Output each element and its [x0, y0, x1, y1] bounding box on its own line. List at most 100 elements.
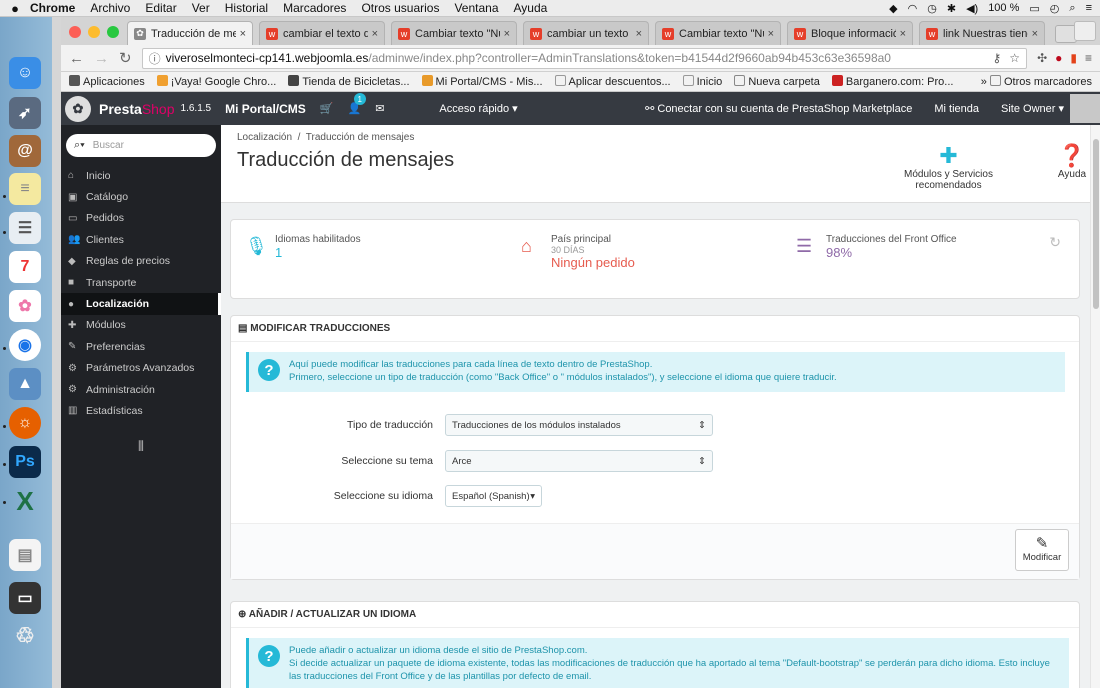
photoshop-icon[interactable]: Ps [9, 446, 41, 478]
close-tab-icon[interactable]: × [900, 28, 906, 40]
site-owner-dropdown[interactable]: Site Owner ▾ [1001, 102, 1064, 115]
menu-archivo[interactable]: Archivo [90, 1, 130, 15]
menu-ayuda[interactable]: Ayuda [514, 1, 548, 15]
sidebar-item-localizacion[interactable]: ● Localización [61, 293, 221, 315]
wifi-icon[interactable]: ◠ [908, 2, 918, 15]
sidebar-item-catalogo[interactable]: ▣ Catálogo [61, 186, 221, 207]
quick-access-dropdown[interactable]: Acceso rápido ▾ [439, 102, 517, 115]
bookmark-aplicar-descuentos[interactable]: Aplicar descuentos... [554, 75, 671, 88]
scrollbar-thumb[interactable] [1093, 139, 1099, 309]
sidebar-item-pedidos[interactable]: ▭ Pedidos [61, 208, 221, 229]
sidebar-item-inicio[interactable]: ⌂ Inicio [61, 165, 221, 186]
menu-marcadores[interactable]: Marcadores [283, 1, 346, 15]
sidebar-item-clientes[interactable]: 👥 Clientes [61, 229, 221, 250]
scrollbar[interactable] [1090, 125, 1100, 688]
apple-icon[interactable]: ● [0, 1, 30, 16]
key-icon[interactable]: ⚷ [993, 51, 1002, 65]
menu-editar[interactable]: Editar [145, 1, 176, 15]
close-tab-icon[interactable]: × [768, 28, 774, 40]
close-tab-icon[interactable]: × [372, 28, 378, 40]
theme-select[interactable]: Arce ⇕ [445, 450, 713, 472]
search-icon[interactable]: ⌕▾ [74, 139, 85, 152]
translation-type-select[interactable]: Traducciones de los módulos instalados ⇕ [445, 414, 713, 436]
minimize-window-button[interactable] [88, 26, 100, 38]
bookmark-mi-portal[interactable]: Mi Portal/CMS - Mis... [421, 75, 543, 88]
finder-icon[interactable]: ☺ [9, 57, 41, 89]
bookmark-tienda-bicicletas[interactable]: Tienda de Bicicletas... [288, 75, 410, 88]
sidebar-item-parametros-avanzados[interactable]: ⚙ Parámetros Avanzados [61, 358, 221, 379]
sidebar-item-preferencias[interactable]: ✎ Preferencias [61, 336, 221, 357]
url-field[interactable]: ⓘ viveroselmonteci-cp141.webjoomla.es/ad… [141, 47, 1028, 69]
close-tab-icon[interactable]: × [1032, 28, 1038, 40]
avatar[interactable] [1070, 94, 1100, 123]
contacts-icon[interactable]: @ [9, 135, 41, 167]
sidebar-item-estadisticas[interactable]: ▥ Estadísticas [61, 400, 221, 421]
office-icon[interactable]: ▮ [1070, 51, 1077, 65]
breadcrumb-item[interactable]: Localización [237, 132, 292, 143]
launchpad-icon[interactable]: ➶ [9, 97, 41, 129]
chrome-menu-icon[interactable]: ≡ [1085, 51, 1092, 65]
extension-icon[interactable]: ✣ [1037, 51, 1047, 65]
photoshop-file-icon[interactable]: ▭ [9, 582, 41, 614]
notification-center-icon[interactable]: ≡ [1086, 2, 1092, 14]
bookmark-aplicaciones[interactable]: Aplicaciones [69, 75, 145, 88]
menu-historial[interactable]: Historial [225, 1, 268, 15]
other-bookmarks[interactable]: » Otros marcadores [981, 75, 1092, 88]
kpi-languages[interactable]: 🎙 Idiomas habilitados 1 [245, 234, 361, 260]
tab-traduccion[interactable]: ✿ Traducción de mensajes × [127, 21, 253, 45]
forward-icon[interactable]: → [94, 50, 109, 67]
dropbox-icon[interactable]: ◆ [889, 2, 897, 15]
clock-icon[interactable]: ◴ [1050, 2, 1060, 15]
excel-icon[interactable]: X [9, 485, 41, 517]
time-machine-icon[interactable]: ◷ [927, 2, 937, 15]
prestashop-logo-icon[interactable]: ✿ [65, 95, 91, 122]
tab-cambiar-un-texto[interactable]: w cambiar un texto × [523, 21, 649, 45]
close-window-button[interactable] [69, 26, 81, 38]
reload-icon[interactable]: ↻ [119, 49, 132, 67]
menu-ventana[interactable]: Ventana [454, 1, 498, 15]
modify-button[interactable]: ✎ Modificar [1015, 529, 1069, 571]
tab-cambiar-texto-nuestras[interactable]: w Cambiar texto "Nuestras × [391, 21, 517, 45]
photos-icon[interactable]: ✿ [9, 290, 41, 322]
envelope-icon[interactable]: ✉ [375, 102, 384, 115]
kpi-front-translations[interactable]: ☰ Traducciones del Front Office 98% [796, 234, 957, 260]
menu-app-name[interactable]: Chrome [30, 1, 75, 15]
calendar-icon[interactable]: 7 [9, 251, 41, 283]
zoom-window-button[interactable] [107, 26, 119, 38]
shop-name-link[interactable]: Mi Portal/CMS [225, 102, 306, 116]
profile-button[interactable] [1074, 21, 1096, 41]
battery-icon[interactable]: ▭ [1029, 2, 1039, 15]
menu-ver[interactable]: Ver [192, 1, 210, 15]
sidebar-item-modulos[interactable]: ✚ Módulos [61, 315, 221, 336]
firefox-icon[interactable]: ☼ [9, 407, 41, 439]
volume-icon[interactable]: ◀) [966, 2, 978, 15]
bookmark-inicio[interactable]: Inicio [682, 75, 722, 88]
reminders-icon[interactable]: ☰ [9, 212, 41, 244]
close-tab-icon[interactable]: × [504, 28, 510, 40]
prestashop-brand[interactable]: PrestaShop [99, 101, 175, 117]
bookmark-vaya-google[interactable]: ¡Vaya! Google Chro... [156, 75, 276, 88]
kpi-main-country[interactable]: ⌂ País principal 30 DÍAS Ningún pedido [521, 234, 635, 270]
bluetooth-icon[interactable]: ✱ [947, 2, 956, 15]
back-icon[interactable]: ← [69, 50, 84, 67]
menu-otros-usuarios[interactable]: Otros usuarios [361, 1, 439, 15]
tab-link-nuestras-tiendas[interactable]: w link Nuestras tiendas × [919, 21, 1045, 45]
bookmark-barganero[interactable]: Barganero.com: Pro... [831, 75, 953, 88]
tab-cambiar-texto-nuestras-2[interactable]: w Cambiar texto "Nuestras × [655, 21, 781, 45]
sidebar-item-reglas-de-precios[interactable]: ◆ Reglas de precios [61, 251, 221, 272]
chrome-icon[interactable]: ◉ [9, 329, 41, 361]
cart-icon[interactable]: 🛒 [320, 102, 334, 115]
modules-services-button[interactable]: ✚ Módulos y Servicios recomendados [871, 143, 1026, 191]
help-button[interactable]: ❓ Ayuda [1052, 143, 1092, 180]
search-input[interactable]: ⌕▾ Buscar [66, 134, 216, 157]
my-store-link[interactable]: Mi tienda [934, 103, 979, 115]
spotlight-icon[interactable]: ⌕ [1069, 2, 1075, 15]
close-tab-icon[interactable]: × [636, 28, 642, 40]
bookmark-star-icon[interactable]: ☆ [1009, 51, 1020, 65]
pinterest-icon[interactable]: ● [1055, 51, 1062, 65]
sidebar-item-administracion[interactable]: ⚙ Administración [61, 379, 221, 400]
refresh-icon[interactable]: ↻ [1049, 234, 1061, 251]
bookmark-nueva-carpeta[interactable]: Nueva carpeta [734, 75, 820, 88]
close-tab-icon[interactable]: × [240, 28, 246, 40]
notes-icon[interactable]: ≡ [9, 173, 41, 205]
